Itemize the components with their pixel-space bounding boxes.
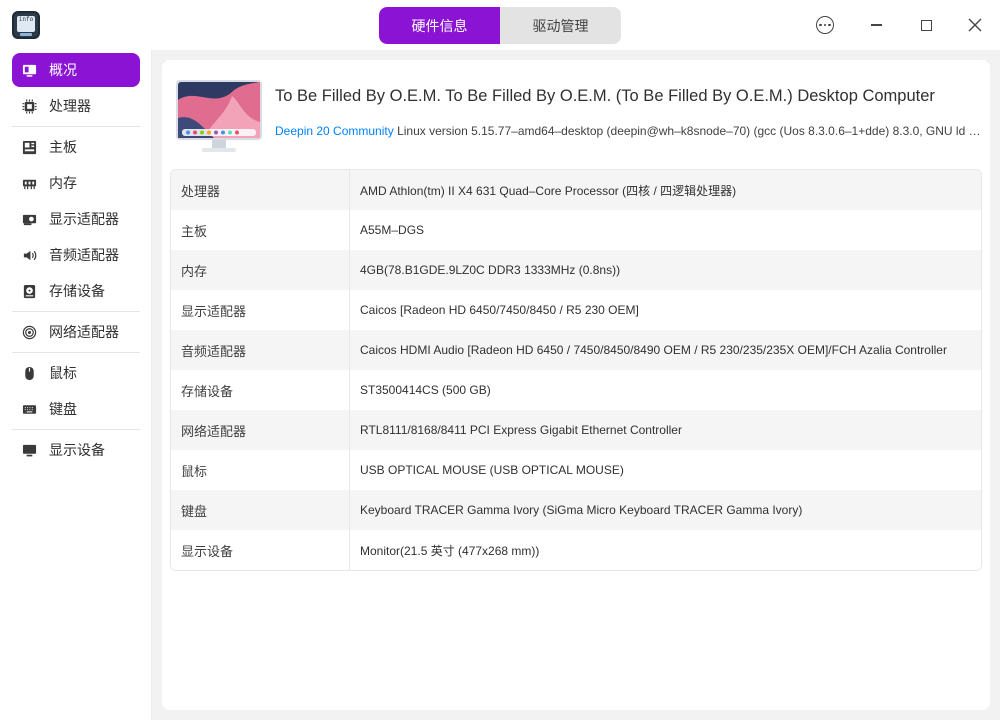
os-kernel-detail: Linux version 5.15.77–amd64–desktop (dee… [397, 124, 983, 138]
sidebar-item-label: 内存 [49, 176, 77, 192]
storage-icon [21, 283, 37, 299]
overview-panel: To Be Filled By O.E.M. To Be Filled By O… [162, 60, 990, 710]
sidebar-item-memory[interactable]: 内存 [12, 166, 140, 200]
sidebar-item-label: 主板 [49, 140, 77, 156]
speaker-icon [21, 247, 37, 263]
table-row: 主板 A55M–DGS [171, 210, 981, 250]
row-key: 网络适配器 [171, 410, 350, 450]
title-bar: info 硬件信息 驱动管理 [0, 0, 1000, 50]
row-value: ST3500414CS (500 GB) [360, 383, 491, 397]
sidebar-item-label: 显示设备 [49, 443, 105, 459]
table-row: 显示适配器 Caicos [Radeon HD 6450/7450/8450 / … [171, 290, 981, 330]
table-row: 音频适配器 Caicos HDMI Audio [Radeon HD 6450 /… [171, 330, 981, 370]
main-menu-button[interactable] [810, 10, 840, 40]
close-icon [968, 18, 982, 32]
table-row: 显示设备 Monitor(21.5 英寸 (477x268 mm)) [171, 530, 981, 570]
memory-icon [21, 175, 37, 191]
table-row: 键盘 Keyboard TRACER Gamma Ivory (SiGma Mic… [171, 490, 981, 530]
sidebar-item-motherboard[interactable]: 主板 [12, 130, 140, 164]
close-button[interactable] [960, 10, 990, 40]
hardware-summary-table: 处理器 AMD Athlon(tm) II X4 631 Quad–Core Pr… [170, 169, 982, 571]
row-key: 主板 [171, 210, 350, 250]
sidebar-item-mouse[interactable]: 鼠标 [12, 356, 140, 390]
tab-driver-management[interactable]: 驱动管理 [500, 7, 621, 44]
row-value: Monitor(21.5 英寸 (477x268 mm)) [360, 543, 540, 558]
row-key: 鼠标 [171, 450, 350, 490]
sidebar-item-cpu[interactable]: 处理器 [12, 89, 140, 123]
table-row: 存储设备 ST3500414CS (500 GB) [171, 370, 981, 410]
keyboard-icon [21, 401, 37, 417]
row-key: 内存 [171, 250, 350, 290]
row-key: 键盘 [171, 490, 350, 530]
minimize-icon [870, 24, 882, 26]
sidebar-item-keyboard[interactable]: 键盘 [12, 392, 140, 426]
sidebar-item-audio-adapter[interactable]: 音频适配器 [12, 238, 140, 272]
display-adapter-icon [21, 211, 37, 227]
mouse-icon [21, 365, 37, 381]
sidebar-item-label: 存储设备 [49, 284, 105, 300]
network-icon [21, 324, 37, 340]
sidebar-item-label: 键盘 [49, 402, 77, 418]
row-value: A55M–DGS [360, 223, 425, 237]
sidebar-item-label: 概况 [49, 63, 77, 79]
sidebar-item-network[interactable]: 网络适配器 [12, 315, 140, 349]
sidebar-item-label: 鼠标 [49, 366, 77, 382]
row-key: 显示适配器 [171, 290, 350, 330]
row-key: 处理器 [171, 170, 350, 210]
maximize-icon [920, 19, 932, 31]
row-value: 4GB(78.B1GDE.9LZ0C DDR3 1333MHz (0.8ns)) [360, 263, 621, 277]
sidebar-item-label: 音频适配器 [49, 248, 119, 264]
sidebar-item-display-adapter[interactable]: 显示适配器 [12, 202, 140, 236]
sidebar: 概况 处理器 主板 内存 显示适配器 音频适配器 存储设备 网络适配器 鼠标 键… [0, 50, 152, 720]
row-key: 音频适配器 [171, 330, 350, 370]
row-key: 存储设备 [171, 370, 350, 410]
tab-hardware-info[interactable]: 硬件信息 [379, 7, 500, 44]
minimize-button[interactable] [861, 10, 891, 40]
sidebar-item-storage[interactable]: 存储设备 [12, 274, 140, 308]
overview-icon [21, 62, 37, 78]
os-info: Deepin 20 Community Linux version 5.15.7… [275, 124, 983, 138]
sidebar-item-label: 处理器 [49, 99, 91, 115]
table-row: 鼠标 USB OPTICAL MOUSE (USB OPTICAL MOUSE) [171, 450, 981, 490]
maximize-button[interactable] [911, 10, 941, 40]
view-switcher: 硬件信息 驱动管理 [379, 7, 621, 44]
computer-name: To Be Filled By O.E.M. To Be Filled By O… [275, 87, 935, 105]
more-icon [816, 16, 834, 34]
sidebar-item-overview[interactable]: 概况 [12, 53, 140, 87]
motherboard-icon [21, 139, 37, 155]
table-row: 处理器 AMD Athlon(tm) II X4 631 Quad–Core Pr… [171, 170, 981, 210]
table-row: 内存 4GB(78.B1GDE.9LZ0C DDR3 1333MHz (0.8ns… [171, 250, 981, 290]
row-value: Caicos HDMI Audio [Radeon HD 6450 / 7450… [360, 343, 947, 357]
sidebar-item-monitor[interactable]: 显示设备 [12, 433, 140, 467]
row-value: Keyboard TRACER Gamma Ivory (SiGma Micro… [360, 503, 803, 517]
row-key: 显示设备 [171, 530, 350, 570]
row-value: RTL8111/8168/8411 PCI Express Gigabit Et… [360, 423, 682, 437]
desktop-computer-illustration [176, 80, 262, 152]
row-value: USB OPTICAL MOUSE (USB OPTICAL MOUSE) [360, 463, 624, 477]
cpu-icon [21, 98, 37, 114]
sidebar-item-label: 网络适配器 [49, 325, 119, 341]
device-info-app-icon: info [12, 11, 40, 39]
row-value: AMD Athlon(tm) II X4 631 Quad–Core Proce… [360, 183, 737, 198]
table-row: 网络适配器 RTL8111/8168/8411 PCI Express Gigab… [171, 410, 981, 450]
monitor-icon [21, 442, 37, 458]
row-value: Caicos [Radeon HD 6450/7450/8450 / R5 23… [360, 303, 639, 317]
sidebar-item-label: 显示适配器 [49, 212, 119, 228]
os-name-link[interactable]: Deepin 20 Community [275, 124, 394, 138]
